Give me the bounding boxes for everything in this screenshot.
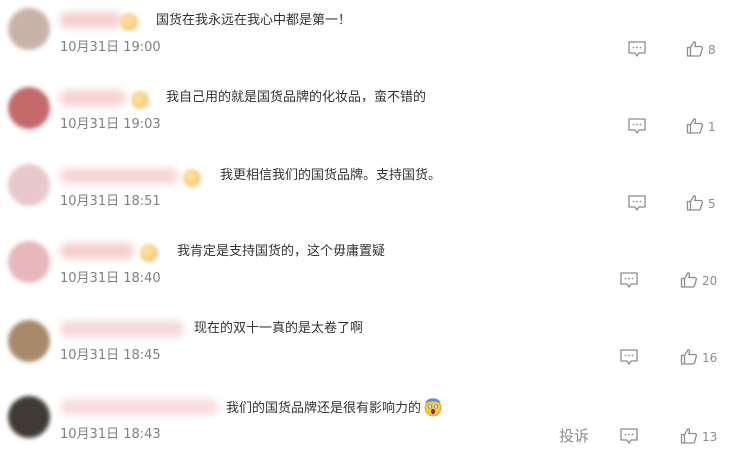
- comment-bubble-icon: [620, 349, 638, 365]
- comment-item: 我更相信我们的国货品牌。支持国货。 10月31日 18:51 5: [0, 154, 741, 231]
- comment-text: 现在的双十一真的是太卷了啊: [194, 321, 364, 336]
- like-count: 13: [702, 430, 718, 444]
- comment-bubble-icon: [620, 428, 638, 444]
- reply-button[interactable]: [619, 348, 641, 368]
- like-count: 20: [702, 274, 718, 288]
- like-button[interactable]: 16: [680, 348, 717, 368]
- like-button[interactable]: 13: [680, 427, 717, 447]
- avatar[interactable]: [8, 241, 50, 283]
- thumbs-up-icon: [680, 349, 698, 365]
- comment-item: 国货在我永远在我心中都是第一！ 10月31日 19:00 8: [0, 0, 741, 77]
- user-badge-icon: [140, 244, 158, 262]
- comment-time: 10月31日 19:00: [60, 40, 161, 55]
- username-blurred[interactable]: [60, 90, 126, 106]
- comment-item: 我们的国货品牌还是很有影响力的 10月31日 18:43 投诉 13: [0, 385, 741, 462]
- username-blurred[interactable]: [60, 243, 134, 259]
- comment-bubble-icon: [620, 272, 638, 288]
- comment-text: 我肯定是支持国货的，这个毋庸置疑: [177, 244, 386, 259]
- comment-bubble-icon: [628, 41, 646, 57]
- reply-button[interactable]: [627, 117, 649, 137]
- like-button[interactable]: 5: [686, 194, 716, 214]
- username-blurred[interactable]: [60, 12, 122, 28]
- username-blurred[interactable]: [60, 321, 184, 337]
- like-count: 1: [708, 120, 716, 134]
- avatar[interactable]: [8, 396, 50, 438]
- avatar[interactable]: [8, 320, 50, 362]
- comment-item: 我肯定是支持国货的，这个毋庸置疑 10月31日 18:40 20: [0, 231, 741, 308]
- thumbs-up-icon: [686, 41, 704, 57]
- user-badge-icon: [183, 169, 201, 187]
- comment-text: 我更相信我们的国货品牌。支持国货。: [220, 168, 442, 183]
- comment-text: 我们的国货品牌还是很有影响力的: [226, 397, 443, 419]
- reply-button[interactable]: [627, 40, 649, 60]
- username-blurred[interactable]: [60, 399, 218, 415]
- report-button[interactable]: 投诉: [559, 427, 589, 445]
- comment-text: 我自己用的就是国货品牌的化妆品，蛮不错的: [166, 90, 427, 105]
- like-count: 8: [708, 43, 716, 57]
- comment-item: 我自己用的就是国货品牌的化妆品，蛮不错的 10月31日 19:03 1: [0, 77, 741, 154]
- comment-text-content: 我们的国货品牌还是很有影响力的: [226, 401, 422, 416]
- user-badge-icon: [120, 13, 138, 31]
- like-button[interactable]: 8: [686, 40, 716, 60]
- user-badge-icon: [131, 91, 149, 109]
- avatar[interactable]: [8, 8, 50, 50]
- like-button[interactable]: 1: [686, 117, 716, 137]
- comment-bubble-icon: [628, 118, 646, 134]
- like-button[interactable]: 20: [680, 271, 717, 291]
- comment-time: 10月31日 19:03: [60, 117, 161, 132]
- thumbs-up-icon: [686, 118, 704, 134]
- username-blurred[interactable]: [60, 168, 178, 184]
- avatar[interactable]: [8, 87, 50, 129]
- comment-time: 10月31日 18:45: [60, 348, 161, 363]
- comment-bubble-icon: [628, 195, 646, 211]
- like-count: 5: [708, 197, 716, 211]
- reply-button[interactable]: [627, 194, 649, 214]
- screaming-face-emoji: [423, 397, 443, 417]
- avatar[interactable]: [8, 164, 50, 206]
- thumbs-up-icon: [680, 272, 698, 288]
- comment-time: 10月31日 18:40: [60, 271, 161, 286]
- comment-item: 现在的双十一真的是太卷了啊 10月31日 18:45 16: [0, 308, 741, 385]
- like-count: 16: [702, 351, 718, 365]
- reply-button[interactable]: [619, 271, 641, 291]
- comment-text: 国货在我永远在我心中都是第一！: [156, 13, 352, 28]
- thumbs-up-icon: [680, 428, 698, 444]
- comment-time: 10月31日 18:43: [60, 427, 161, 442]
- comment-time: 10月31日 18:51: [60, 194, 161, 209]
- thumbs-up-icon: [686, 195, 704, 211]
- reply-button[interactable]: [619, 427, 641, 447]
